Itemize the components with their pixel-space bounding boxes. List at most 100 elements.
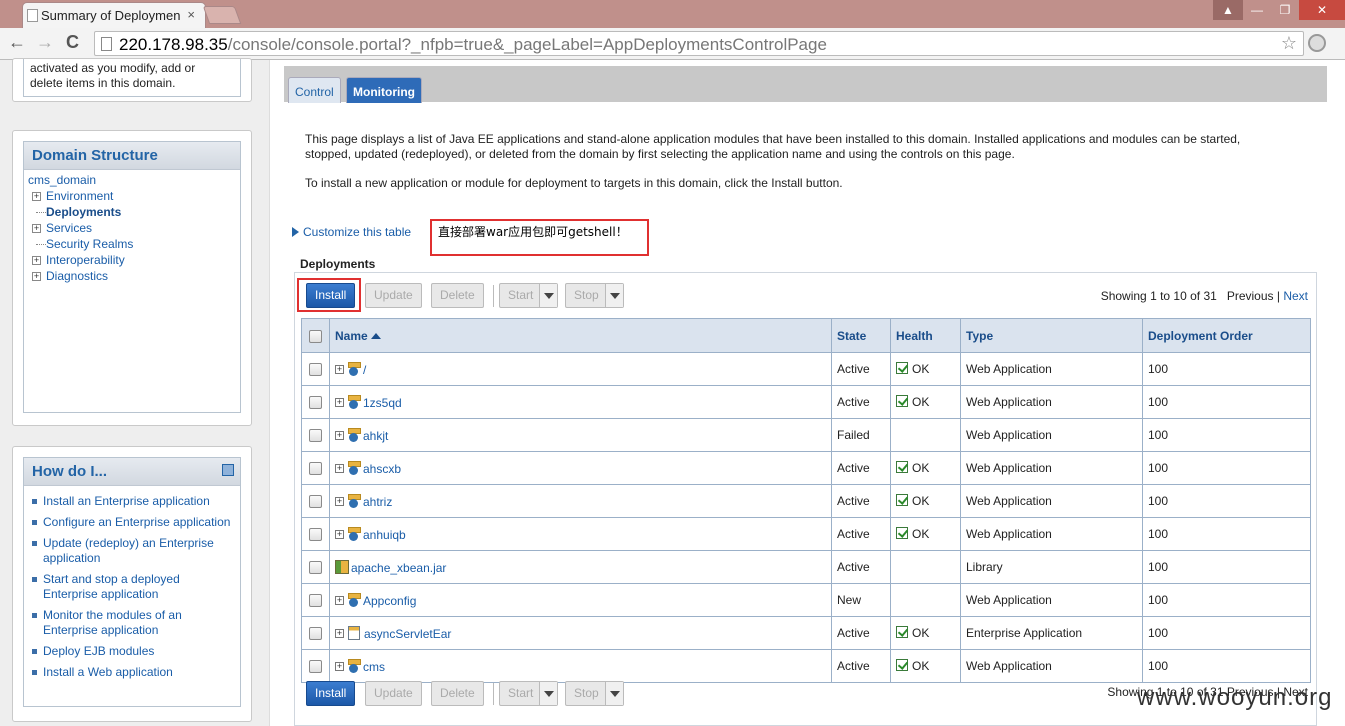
address-bar[interactable]: 220.178.98.35/console/console.portal?_nf… [94, 31, 1304, 56]
state-cell: Active [831, 550, 891, 584]
howto-link-install-web[interactable]: Install a Web application [30, 665, 234, 680]
health-cell: OK [890, 517, 961, 551]
page-tabbar: Control Monitoring [284, 66, 1327, 103]
deployment-name-link[interactable]: anhuiqb [363, 527, 406, 541]
expand-plus-icon[interactable]: + [335, 496, 344, 506]
install-button-bottom[interactable]: Install [306, 681, 356, 706]
deployment-name-link[interactable]: asyncServletEar [364, 626, 451, 640]
order-cell: 100 [1142, 352, 1311, 386]
start-button-bottom[interactable]: Start [499, 681, 558, 706]
deployment-name-link[interactable]: ahtriz [363, 494, 392, 508]
pagination: Showing 1 to 10 of 31 Previous | Next [1101, 289, 1308, 303]
chevron-down-icon[interactable] [539, 682, 557, 705]
health-column-header[interactable]: Health [890, 318, 961, 353]
tree-item-environment[interactable]: + Environment [28, 188, 236, 204]
tree-root-cms-domain[interactable]: cms_domain [28, 172, 236, 188]
deployment-name-link[interactable]: Appconfig [363, 593, 416, 607]
tree-item-services[interactable]: + Services [28, 220, 236, 236]
health-text: OK [912, 626, 930, 640]
table-row: +1zs5qd Active OK Web Application 100 [301, 385, 1311, 419]
reload-icon[interactable]: C [66, 32, 79, 53]
howto-link-update-enterprise[interactable]: Update (redeploy) an Enterprise applicat… [30, 536, 234, 566]
delete-button-bottom[interactable]: Delete [431, 681, 484, 706]
new-tab-button[interactable] [202, 6, 242, 24]
check-ok-icon [896, 461, 908, 473]
sort-ascending-icon[interactable] [370, 332, 381, 339]
row-checkbox[interactable] [309, 561, 322, 575]
row-checkbox[interactable] [309, 594, 322, 608]
tree-item-security-realms[interactable]: Security Realms [28, 236, 236, 252]
row-checkbox[interactable] [309, 462, 322, 476]
tree-item-deployments[interactable]: Deployments [28, 204, 236, 220]
expand-plus-icon[interactable]: + [335, 595, 344, 605]
customize-table-link[interactable]: Customize this table [292, 225, 411, 239]
name-cell: + / [329, 352, 832, 386]
update-button-bottom[interactable]: Update [365, 681, 422, 706]
table-row: + Appconfig New Web Application 100 [301, 583, 1311, 617]
state-column-header[interactable]: State [831, 318, 891, 353]
expand-plus-icon[interactable]: + [335, 364, 344, 374]
tab-control[interactable]: Control [288, 77, 341, 103]
expand-plus-icon[interactable]: + [335, 661, 344, 671]
order-column-header[interactable]: Deployment Order [1142, 318, 1311, 353]
health-cell [890, 418, 961, 452]
deployment-name-link[interactable]: ahscxb [363, 461, 401, 475]
expand-plus-icon[interactable]: + [335, 397, 344, 407]
tab-close-icon[interactable]: × [187, 7, 195, 22]
stop-button[interactable]: Stop [565, 283, 624, 308]
browser-tab[interactable]: Summary of Deploymen × [22, 2, 206, 28]
row-checkbox[interactable] [309, 495, 322, 509]
deployment-name-link[interactable]: ahkjt [363, 428, 388, 442]
expand-plus-icon[interactable]: + [335, 430, 344, 440]
how-do-i-inner: How do I... Install an Enterprise applic… [23, 457, 241, 707]
deployment-name-link[interactable]: 1zs5qd [363, 395, 402, 409]
close-window-button[interactable]: ✕ [1299, 0, 1345, 20]
start-button[interactable]: Start [499, 283, 558, 308]
type-column-header[interactable]: Type [960, 318, 1143, 353]
expand-plus-icon[interactable]: + [335, 529, 344, 539]
select-all-checkbox[interactable] [309, 329, 322, 343]
howto-link-monitor-modules[interactable]: Monitor the modules of an Enterprise app… [30, 608, 234, 638]
top-button-bar: Install Update Delete Start Stop Showing… [295, 273, 1316, 312]
row-checkbox[interactable] [309, 627, 322, 641]
expand-plus-icon[interactable]: + [335, 628, 344, 638]
stop-button-bottom[interactable]: Stop [565, 681, 624, 706]
watermark-text: www.wooyun.org [1137, 684, 1333, 711]
expand-plus-icon[interactable]: + [32, 256, 41, 265]
forward-icon[interactable]: → [36, 32, 54, 53]
row-checkbox[interactable] [309, 528, 322, 542]
row-checkbox[interactable] [309, 429, 322, 443]
state-cell: Failed [831, 418, 891, 452]
globe-icon[interactable] [1308, 34, 1326, 52]
update-button[interactable]: Update [365, 283, 422, 308]
expand-plus-icon[interactable]: + [32, 272, 41, 281]
deployment-name-link[interactable]: / [363, 362, 366, 376]
paging-next-link[interactable]: Next [1283, 289, 1308, 303]
chevron-down-icon[interactable] [539, 284, 557, 307]
tree-item-interoperability[interactable]: + Interoperability [28, 252, 236, 268]
howto-link-install-enterprise[interactable]: Install an Enterprise application [30, 494, 234, 509]
expand-plus-icon[interactable]: + [32, 192, 41, 201]
url-text[interactable]: 220.178.98.35/console/console.portal?_nf… [119, 35, 827, 55]
expand-plus-icon[interactable]: + [335, 463, 344, 473]
table-header-row: Name State Health Type Deployment Order [301, 318, 1311, 353]
name-column-header[interactable]: Name [329, 318, 832, 353]
row-checkbox[interactable] [309, 396, 322, 410]
bookmark-star-icon[interactable]: ☆ [1281, 33, 1297, 54]
minimize-button[interactable]: — [1243, 0, 1271, 20]
deployment-name-link[interactable]: apache_xbean.jar [351, 560, 446, 574]
howto-link-start-stop[interactable]: Start and stop a deployed Enterprise app… [30, 572, 234, 602]
chevron-down-icon[interactable] [605, 682, 623, 705]
expand-plus-icon[interactable]: + [32, 224, 41, 233]
maximize-button[interactable]: ❐ [1271, 0, 1299, 20]
tree-item-diagnostics[interactable]: + Diagnostics [28, 268, 236, 284]
collapse-panel-icon[interactable] [222, 464, 234, 476]
howto-link-deploy-ejb[interactable]: Deploy EJB modules [30, 644, 234, 659]
user-profile-icon[interactable]: ▲ [1213, 0, 1243, 20]
row-checkbox[interactable] [309, 363, 322, 377]
tab-monitoring[interactable]: Monitoring [346, 77, 422, 103]
back-icon[interactable]: ← [8, 32, 26, 53]
chevron-down-icon[interactable] [605, 284, 623, 307]
delete-button[interactable]: Delete [431, 283, 484, 308]
howto-link-configure-enterprise[interactable]: Configure an Enterprise application [30, 515, 234, 530]
